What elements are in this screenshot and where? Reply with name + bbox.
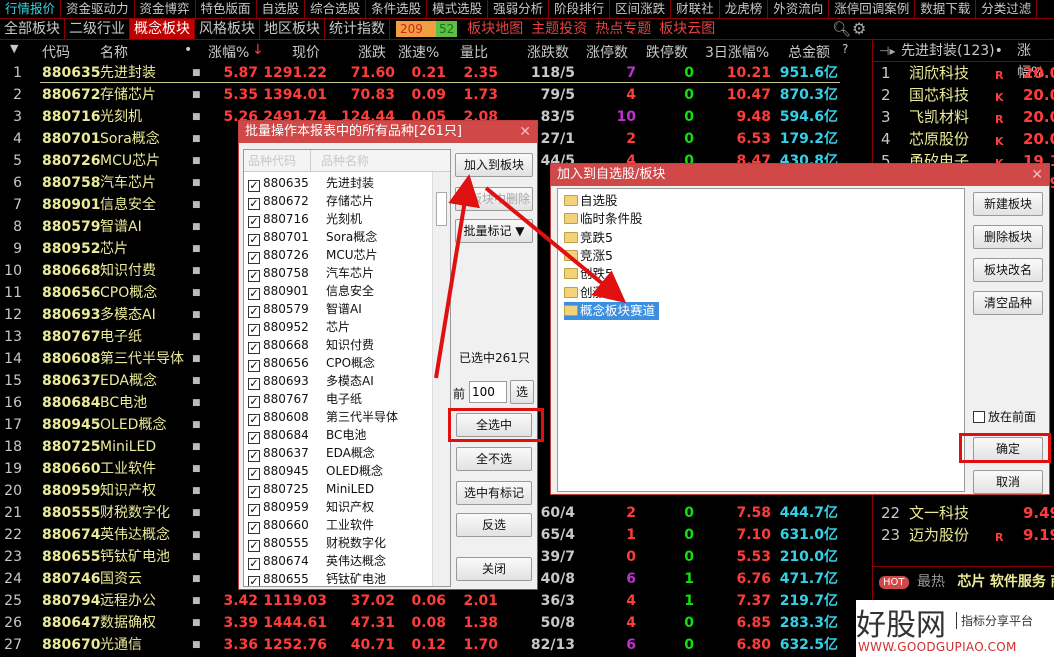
watermark-url: WWW.GOODGUPIAO.COM [858,640,1017,654]
watermark-slogan: 指标分享平台 [956,612,1033,629]
arrow-to-folder [484,186,627,304]
arrow-to-add-button [434,174,480,379]
watermark-logo: 好股网 [856,608,946,643]
annotation-arrows [434,174,627,379]
watermark: 好股网 指标分享平台 WWW.GOODGUPIAO.COM [856,600,1054,657]
